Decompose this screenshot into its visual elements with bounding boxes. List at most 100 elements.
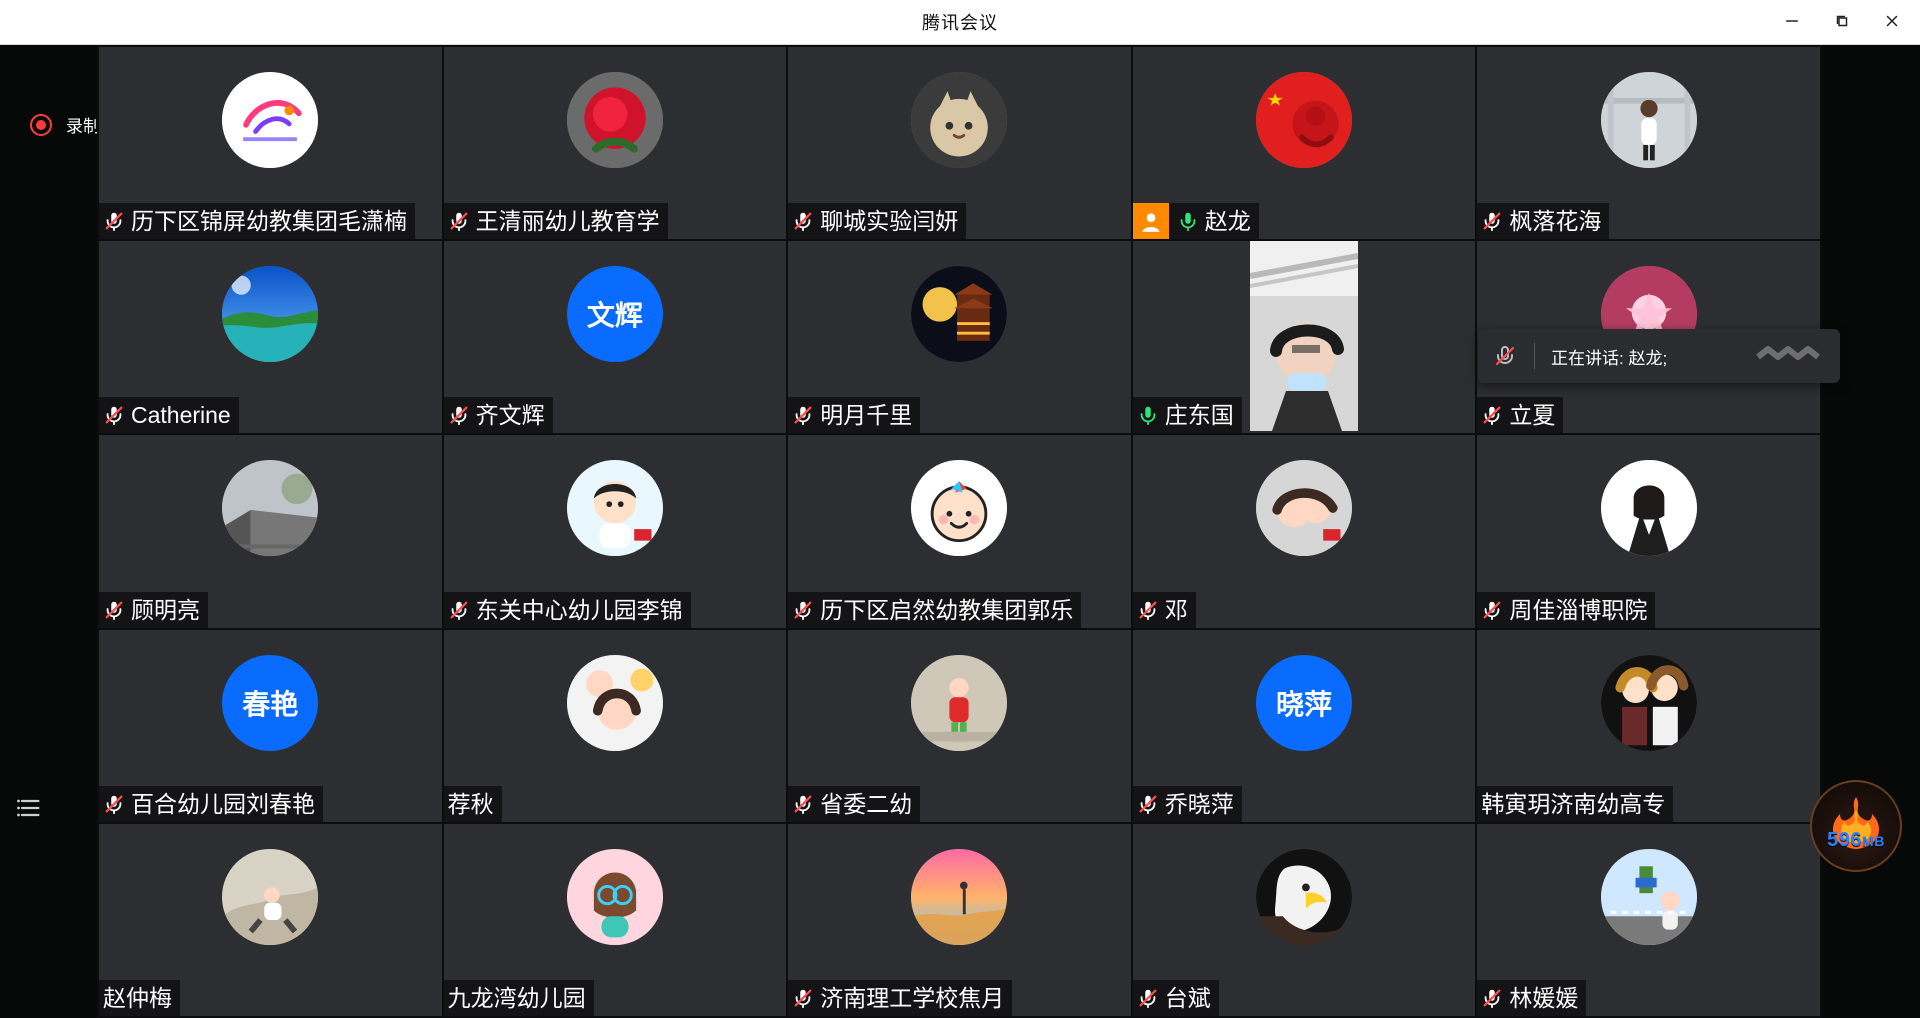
participant-tile[interactable]: 晓萍 乔晓萍 bbox=[1132, 629, 1476, 822]
participant-name-tag: Catherine bbox=[99, 397, 239, 434]
mic-muted-icon bbox=[1481, 987, 1503, 1009]
mic-muted-icon bbox=[792, 793, 814, 815]
participant-name-tag: 顾明亮 bbox=[99, 591, 208, 628]
mic-on-icon bbox=[1177, 210, 1199, 232]
participant-name-tag: 明月千里 bbox=[788, 397, 921, 434]
participants-list-button[interactable] bbox=[14, 794, 44, 824]
participant-name-tag: 齐文辉 bbox=[443, 397, 553, 434]
participant-tile[interactable]: 台斌 bbox=[1132, 823, 1476, 1016]
participant-tile[interactable]: 济南理工学校焦月 bbox=[788, 823, 1131, 1016]
participant-avatar bbox=[222, 266, 319, 363]
participant-tile[interactable]: 顾明亮 bbox=[99, 435, 442, 628]
participant-tile[interactable]: 文辉 齐文辉 bbox=[443, 241, 787, 434]
mic-muted-icon bbox=[103, 793, 125, 815]
participant-tile[interactable]: 王清丽幼儿教育学 bbox=[443, 47, 787, 240]
memory-value: 596 bbox=[1827, 829, 1863, 851]
participant-tile[interactable]: 历下区启然幼教集团郭乐 bbox=[788, 435, 1131, 628]
mic-muted-icon bbox=[1481, 404, 1503, 426]
participant-avatar: 文辉 bbox=[566, 266, 663, 363]
participant-tile[interactable]: Catherine bbox=[99, 241, 442, 434]
close-button[interactable] bbox=[1878, 9, 1906, 37]
participant-name-tag: 乔晓萍 bbox=[1132, 785, 1242, 822]
mic-muted-icon bbox=[103, 404, 125, 426]
participant-name-tag: 九龙湾幼儿园 bbox=[443, 979, 594, 1016]
participant-name-tag: 台斌 bbox=[1132, 979, 1219, 1016]
participant-name-tag: 百合幼儿园刘春艳 bbox=[99, 785, 323, 822]
participant-avatar bbox=[222, 848, 319, 945]
participant-avatar bbox=[1256, 460, 1353, 557]
participant-name-tag: 邓 bbox=[1132, 591, 1196, 628]
participant-tile[interactable]: 荐秋 bbox=[443, 629, 787, 822]
restore-button[interactable] bbox=[1828, 9, 1856, 37]
participant-tile[interactable]: 周佳淄博职院 bbox=[1477, 435, 1820, 628]
participant-name-tag: 立夏 bbox=[1477, 397, 1564, 434]
close-icon bbox=[1883, 12, 1901, 33]
participant-name: 齐文辉 bbox=[475, 402, 545, 429]
participant-tile[interactable]: 聊城实验闫妍 bbox=[788, 47, 1131, 240]
minimize-button[interactable] bbox=[1778, 9, 1806, 37]
participant-name-tag: 历下区锦屏幼教集团毛潇楠 bbox=[99, 203, 415, 240]
participant-name: 王清丽幼儿教育学 bbox=[475, 208, 660, 235]
speaking-toast: 正在讲话: 赵龙; bbox=[1478, 329, 1840, 383]
participant-name-tag: 韩寅玥济南幼高专 bbox=[1477, 785, 1674, 822]
mic-on-icon bbox=[1137, 404, 1159, 426]
participant-tile[interactable]: 九龙湾幼儿园 bbox=[443, 823, 787, 1016]
mic-muted-icon bbox=[1137, 599, 1159, 621]
participant-tile[interactable]: 东关中心幼儿园李锦 bbox=[443, 435, 787, 628]
participant-avatar bbox=[566, 72, 663, 168]
participant-name: 邓 bbox=[1164, 596, 1188, 623]
minimize-icon bbox=[1783, 12, 1801, 33]
restore-icon bbox=[1833, 12, 1851, 33]
mic-muted-icon bbox=[1492, 343, 1518, 369]
mic-muted-icon bbox=[792, 210, 814, 232]
participant-name: 聊城实验闫妍 bbox=[820, 208, 959, 235]
participant-avatar bbox=[911, 72, 1008, 168]
participant-tile[interactable]: 韩寅玥济南幼高专 bbox=[1477, 629, 1820, 822]
participant-tile[interactable]: 省委二幼 bbox=[788, 629, 1131, 822]
participant-tile[interactable]: 庄东国 bbox=[1132, 241, 1476, 434]
participant-tile[interactable]: 邓 bbox=[1132, 435, 1476, 628]
participant-tile[interactable]: 枫落花海 bbox=[1477, 47, 1820, 240]
participant-avatar bbox=[1600, 72, 1697, 168]
participant-grid: 历下区锦屏幼教集团毛潇楠 王清丽幼儿教育学 聊城实验闫妍 赵龙 枫落花海 Cat… bbox=[97, 45, 1822, 1018]
participant-name-tag: 林媛媛 bbox=[1477, 979, 1587, 1016]
participant-name-tag: 聊城实验闫妍 bbox=[788, 203, 967, 240]
participant-avatar bbox=[566, 848, 663, 945]
mic-muted-icon bbox=[1137, 793, 1159, 815]
participant-name-tag: 荐秋 bbox=[443, 785, 502, 822]
memory-widget[interactable]: 596MB bbox=[1810, 780, 1902, 872]
host-icon bbox=[1132, 203, 1169, 240]
participant-name-tag: 周佳淄博职院 bbox=[1477, 591, 1656, 628]
participant-name: 枫落花海 bbox=[1509, 208, 1602, 235]
participant-avatar bbox=[1600, 654, 1697, 751]
participant-name-tag: 东关中心幼儿园李锦 bbox=[443, 591, 691, 628]
participant-name-tag: 赵仲梅 bbox=[99, 979, 180, 1016]
window-title: 腾讯会议 bbox=[922, 13, 998, 33]
participant-name: 荐秋 bbox=[447, 790, 494, 817]
participant-name-tag: 庄东国 bbox=[1132, 397, 1242, 434]
right-rail bbox=[1822, 45, 1920, 1018]
mic-muted-icon bbox=[103, 210, 125, 232]
participant-tile[interactable]: 林媛媛 bbox=[1477, 823, 1820, 1016]
left-rail bbox=[0, 45, 97, 1018]
participant-tile[interactable]: 赵仲梅 bbox=[99, 823, 442, 1016]
speaking-separator bbox=[1534, 343, 1535, 369]
participant-name-tag: 枫落花海 bbox=[1477, 203, 1610, 240]
participant-tile[interactable]: 历下区锦屏幼教集团毛潇楠 bbox=[99, 47, 442, 240]
participant-avatar bbox=[222, 72, 319, 168]
participant-name: 台斌 bbox=[1164, 984, 1211, 1011]
participant-name-tag: 王清丽幼儿教育学 bbox=[443, 203, 668, 240]
participant-avatar bbox=[1600, 460, 1697, 557]
mic-muted-icon bbox=[448, 599, 470, 621]
participant-name: 赵龙 bbox=[1204, 208, 1251, 235]
participant-name: 周佳淄博职院 bbox=[1509, 596, 1648, 623]
participant-tile[interactable]: 明月千里 bbox=[788, 241, 1131, 434]
mic-muted-icon bbox=[1137, 987, 1159, 1009]
participant-name-tag: 历下区启然幼教集团郭乐 bbox=[788, 591, 1082, 628]
participant-avatar bbox=[1256, 848, 1353, 945]
list-icon bbox=[15, 799, 43, 825]
participant-tile[interactable]: 春艳 百合幼儿园刘春艳 bbox=[99, 629, 442, 822]
participant-tile[interactable]: 赵龙 bbox=[1132, 47, 1476, 240]
participant-avatar bbox=[911, 266, 1008, 363]
participant-name: 顾明亮 bbox=[131, 596, 200, 623]
